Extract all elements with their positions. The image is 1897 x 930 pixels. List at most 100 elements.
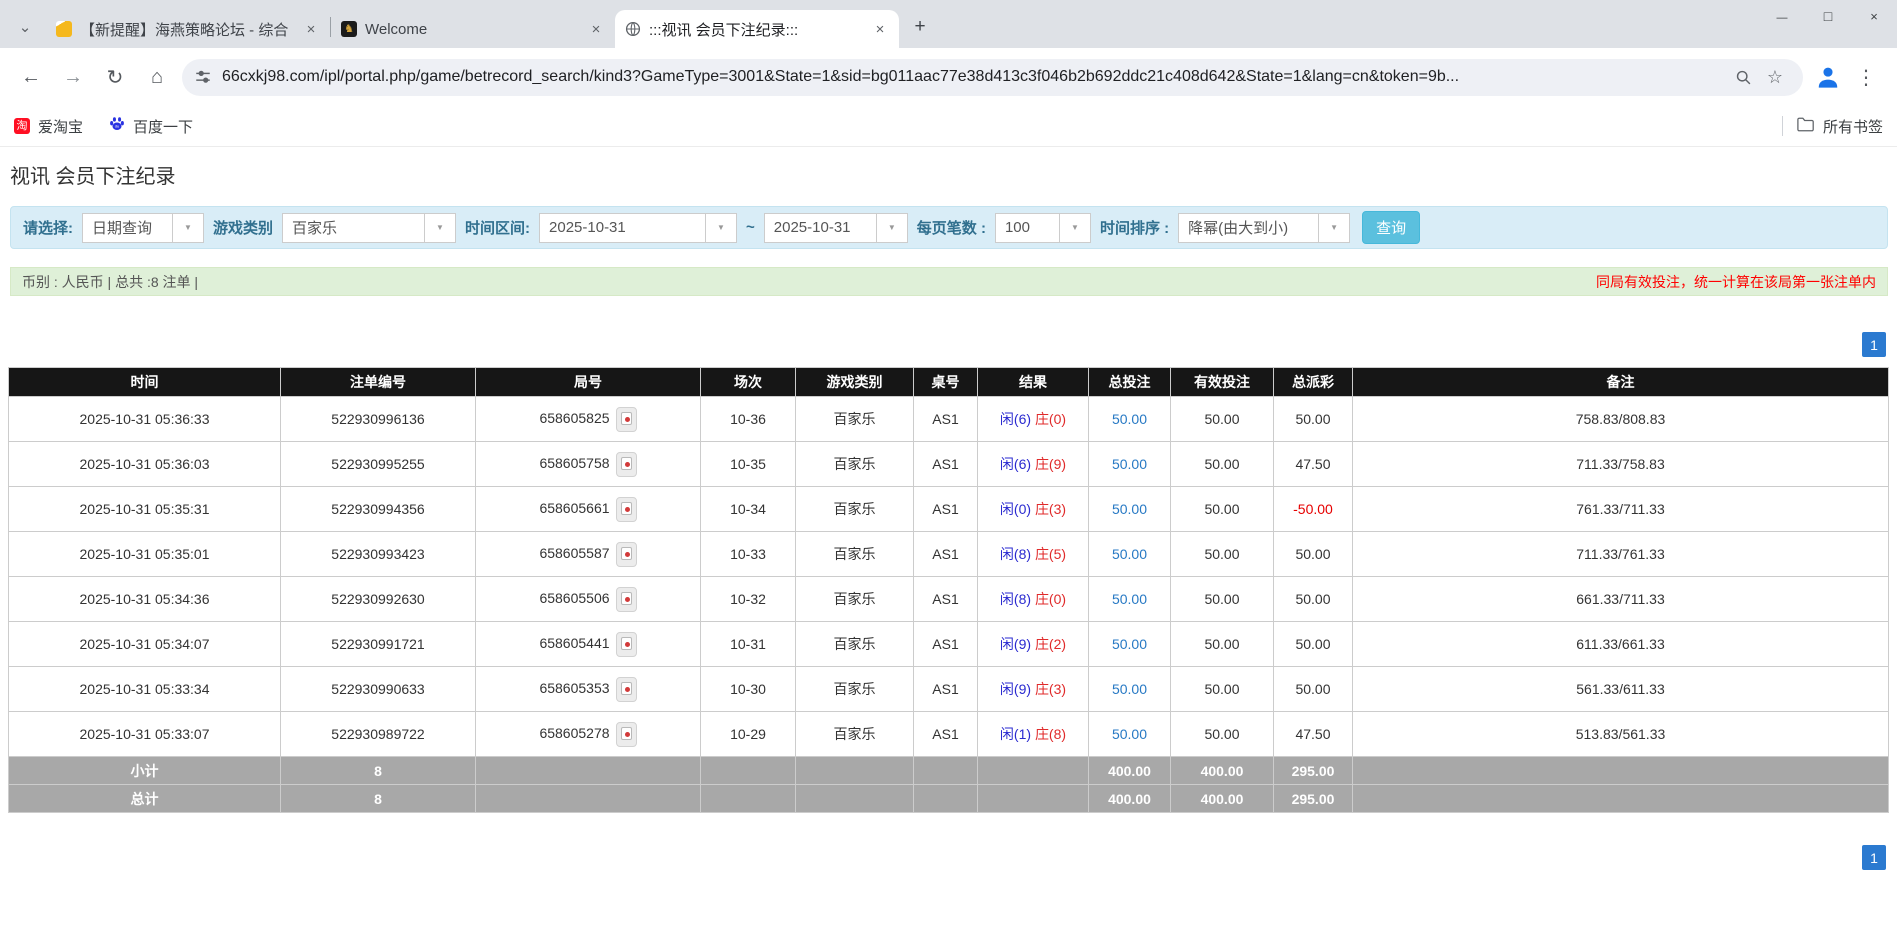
cell-result: 闲(9) 庄(3)	[977, 666, 1089, 712]
back-button[interactable]	[10, 57, 52, 97]
pagination-page-1[interactable]: 1	[1862, 845, 1886, 870]
result-player: 闲(0)	[999, 501, 1032, 517]
tab-2[interactable]: Welcome	[331, 10, 615, 48]
forward-button[interactable]	[52, 57, 94, 97]
home-button[interactable]	[136, 57, 178, 97]
tab-title: Welcome	[365, 20, 428, 38]
cell-note: 758.83/808.83	[1352, 396, 1889, 442]
column-header-total-bet: 总投注	[1088, 367, 1171, 397]
tab-close-icon[interactable]	[871, 20, 889, 38]
cell-bet-id: 522930995255	[280, 441, 476, 487]
cell-total-bet[interactable]: 50.00	[1088, 486, 1171, 532]
tab-search-chevron-icon[interactable]	[8, 10, 42, 44]
cell-total-note	[1352, 784, 1889, 813]
cell-total-bet[interactable]: 50.00	[1088, 576, 1171, 622]
cell-total-bet[interactable]: 50.00	[1088, 711, 1171, 757]
query-type-select[interactable]: 日期查询	[82, 212, 204, 243]
game-type-value: 百家乐	[292, 220, 338, 237]
cell-round-id: 658605506	[475, 576, 701, 622]
game-result-card-icon[interactable]	[615, 496, 637, 522]
cell-game-type: 百家乐	[795, 441, 914, 487]
maximize-button[interactable]	[1805, 0, 1851, 32]
address-bar[interactable]: 66cxkj98.com/ipl/portal.php/game/betreco…	[182, 58, 1803, 96]
cell-result: 闲(6) 庄(0)	[977, 396, 1089, 442]
column-header-game-type: 游戏类别	[795, 367, 914, 397]
search-button[interactable]: 查询	[1362, 211, 1421, 244]
query-type-label: 请选择:	[23, 220, 73, 237]
result-banker: 庄(0)	[1034, 591, 1067, 607]
cell-game-type: 百家乐	[795, 576, 914, 622]
cell-total-bet[interactable]: 50.00	[1088, 441, 1171, 487]
game-result-card-icon[interactable]	[615, 631, 637, 657]
cell-table-id: AS1	[913, 621, 978, 667]
menu-kebab-button[interactable]	[1845, 57, 1887, 97]
date-to-select[interactable]: 2025-10-31	[763, 212, 908, 243]
cell-bet-id: 522930989722	[280, 711, 476, 757]
game-result-card-icon[interactable]	[615, 451, 637, 477]
cell-note: 711.33/761.33	[1352, 531, 1889, 577]
tab-close-icon[interactable]	[587, 20, 605, 38]
bookmark-item[interactable]: du 百度一下	[109, 116, 193, 137]
minimize-button[interactable]	[1759, 0, 1805, 32]
window-controls	[1759, 0, 1897, 32]
cell-round-id: 658605353	[475, 666, 701, 712]
bookmark-item[interactable]: 爱淘宝	[14, 116, 83, 137]
pagination-bottom: 1	[0, 845, 1897, 870]
table-row: 2025-10-31 05:33:34 522930990633 658605353…	[8, 666, 1889, 712]
zoom-icon[interactable]	[1727, 61, 1759, 93]
result-banker: 庄(5)	[1034, 546, 1067, 562]
game-type-select[interactable]: 百家乐	[282, 212, 457, 243]
site-settings-icon[interactable]	[194, 68, 212, 86]
close-icon	[1870, 9, 1878, 24]
pagination-page-1[interactable]: 1	[1862, 332, 1886, 357]
close-button[interactable]	[1851, 0, 1897, 32]
bookmark-star-icon[interactable]	[1759, 61, 1791, 93]
cell-total-bet[interactable]: 50.00	[1088, 396, 1171, 442]
page-size-label: 每页笔数 :	[916, 220, 986, 237]
cell-bet-id: 522930993423	[280, 531, 476, 577]
cell-time: 2025-10-31 05:34:07	[8, 621, 281, 667]
cell-valid-bet: 50.00	[1170, 396, 1274, 442]
result-player: 闲(9)	[999, 681, 1032, 697]
profile-avatar[interactable]	[1811, 60, 1845, 94]
tab-1[interactable]: 【新提醒】海燕策略论坛 - 综合	[46, 10, 330, 48]
sort-select[interactable]: 降幂(由大到小)	[1178, 212, 1351, 243]
cell-payout: 50.00	[1273, 576, 1353, 622]
new-tab-button[interactable]	[905, 12, 935, 42]
cell-note: 661.33/711.33	[1352, 576, 1889, 622]
cell-round-id: 658605278	[475, 711, 701, 757]
all-bookmarks-button[interactable]: 所有书签	[1797, 116, 1883, 137]
cell-total-bet[interactable]: 50.00	[1088, 666, 1171, 712]
reload-icon	[107, 65, 124, 90]
cell-total-bet[interactable]: 50.00	[1088, 531, 1171, 577]
column-header-result: 结果	[977, 367, 1089, 397]
date-from-select[interactable]: 2025-10-31	[539, 212, 738, 243]
column-header-note: 备注	[1352, 367, 1889, 397]
round-number: 658605661	[539, 499, 610, 516]
tab-close-icon[interactable]	[302, 20, 320, 38]
game-result-card-icon[interactable]	[615, 586, 637, 612]
cell-result: 闲(9) 庄(2)	[977, 621, 1089, 667]
round-number: 658605758	[539, 454, 610, 471]
page-size-select[interactable]: 100	[994, 212, 1091, 243]
cell-total-bet[interactable]: 50.00	[1088, 621, 1171, 667]
column-header-table-id: 桌号	[913, 367, 978, 397]
cell-bet-id: 522930991721	[280, 621, 476, 667]
game-result-card-icon[interactable]	[615, 541, 637, 567]
info-bar: 币别 : 人民币 | 总共 :8 注单 | 同局有效投注，统一计算在该局第一张注…	[10, 267, 1888, 296]
reload-button[interactable]	[94, 57, 136, 97]
tab-3[interactable]: :::视讯 会员下注纪录:::	[615, 10, 899, 48]
cell-total-game-type	[795, 784, 914, 813]
cell-session: 10-31	[700, 621, 796, 667]
game-result-card-icon[interactable]	[615, 721, 637, 747]
game-result-card-icon[interactable]	[615, 406, 637, 432]
game-result-card-icon[interactable]	[615, 676, 637, 702]
cell-game-type: 百家乐	[795, 396, 914, 442]
query-type-value: 日期查询	[92, 220, 153, 237]
chevron-down-icon	[1058, 213, 1090, 242]
url-text[interactable]: 66cxkj98.com/ipl/portal.php/game/betreco…	[222, 68, 1727, 86]
bookmarks-bar: 爱淘宝 du 百度一下 所有书签	[0, 106, 1897, 147]
cell-subtotal-game-type	[795, 756, 914, 785]
bet-records-table: 时间 注单编号 局号 场次 游戏类别 桌号 结果 总投注 有效投注 总派彩 备注 2025-10-3…	[8, 367, 1889, 813]
result-player: 闲(8)	[999, 546, 1032, 562]
